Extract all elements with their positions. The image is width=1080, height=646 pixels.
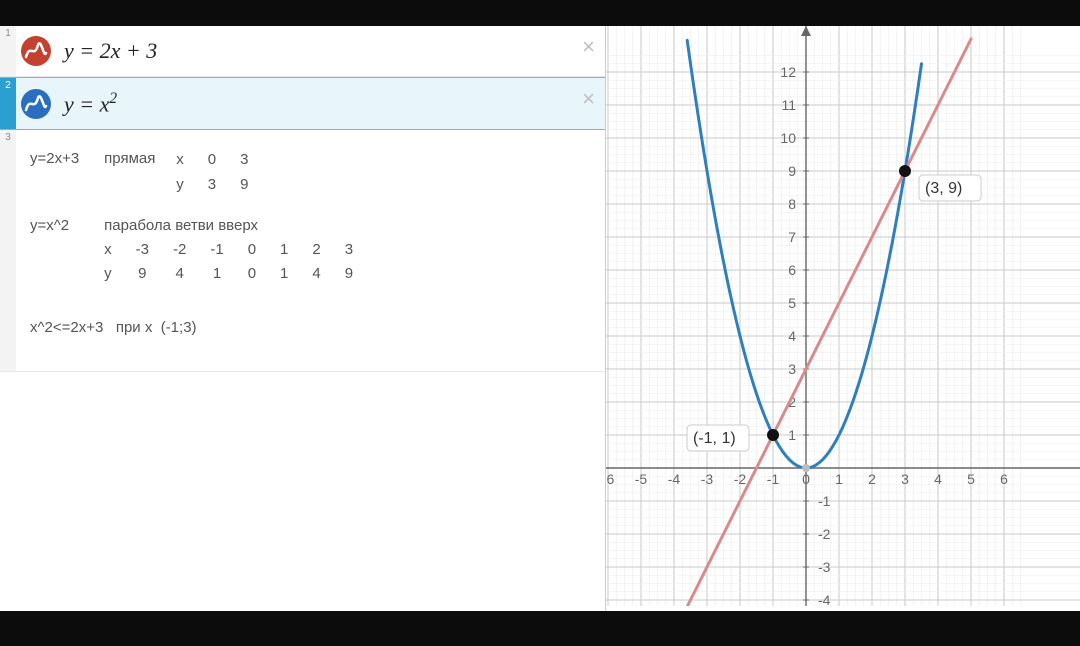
svg-text:-1: -1	[818, 493, 831, 509]
delete-expression-button[interactable]: ×	[582, 88, 595, 110]
svg-text:-6: -6	[606, 471, 614, 487]
svg-text:5: 5	[967, 471, 975, 487]
row-index: 2	[0, 78, 16, 129]
note-conclusion: x^2<=2x+3 при x (-1;3)	[30, 317, 597, 340]
svg-text:-4: -4	[818, 592, 831, 606]
delete-expression-button[interactable]: ×	[582, 36, 595, 58]
function-color-icon[interactable]	[16, 26, 56, 76]
note-desc: прямая	[104, 150, 155, 167]
expression-panel: 1 y = 2x + 3 × 2 y = x2 ×	[0, 26, 606, 611]
svg-text:0: 0	[802, 471, 810, 487]
svg-text:6: 6	[788, 262, 796, 278]
expression-input[interactable]: y = 2x + 3	[56, 26, 605, 76]
svg-text:4: 4	[934, 471, 942, 487]
svg-text:-4: -4	[668, 471, 681, 487]
row-index: 1	[0, 26, 16, 76]
svg-text:-2: -2	[818, 526, 831, 542]
svg-text:6: 6	[1000, 471, 1008, 487]
svg-text:-2: -2	[734, 471, 747, 487]
svg-text:11: 11	[781, 97, 796, 113]
function-color-icon[interactable]	[16, 78, 56, 129]
svg-text:10: 10	[780, 130, 796, 146]
svg-text:-5: -5	[635, 471, 648, 487]
svg-text:1: 1	[835, 471, 843, 487]
expression-input[interactable]: y = x2	[56, 78, 605, 129]
svg-text:1: 1	[788, 427, 796, 443]
note-table-2: xy-39-24-1100112439	[104, 238, 353, 287]
graph-svg: -6-5-4-3-2-10123456-4-3-2-11234567891011…	[606, 26, 1080, 606]
svg-text:-3: -3	[701, 471, 714, 487]
note-label: y=x^2	[30, 215, 100, 238]
window-bottom-letterbox	[0, 611, 1080, 646]
expression-row-2[interactable]: 2 y = x2 ×	[0, 77, 605, 130]
note-desc: парабола ветви вверх	[104, 217, 258, 234]
svg-text:4: 4	[788, 328, 796, 344]
svg-text:7: 7	[788, 229, 796, 245]
notes-row[interactable]: 3 y=2x+3 прямая xy0339 y=x^2 парабола ве…	[0, 130, 605, 372]
svg-text:3: 3	[901, 471, 909, 487]
note-label: y=2x+3	[30, 148, 100, 171]
svg-text:12: 12	[780, 64, 796, 80]
note-line-1: y=2x+3 прямая xy0339	[30, 148, 597, 197]
note-line-2: y=x^2 парабола ветви вверх xy-39-24-1100…	[30, 215, 597, 287]
expression-row-1[interactable]: 1 y = 2x + 3 ×	[0, 26, 605, 77]
svg-text:8: 8	[788, 196, 796, 212]
note-table-1: xy0339	[176, 148, 248, 197]
workspace: 1 y = 2x + 3 × 2 y = x2 ×	[0, 26, 1080, 611]
svg-text:(-1, 1): (-1, 1)	[693, 430, 736, 447]
formula-text: y = 2x + 3	[64, 38, 157, 64]
svg-text:5: 5	[788, 295, 796, 311]
svg-text:(3, 9): (3, 9)	[925, 180, 962, 197]
graph-area[interactable]: -6-5-4-3-2-10123456-4-3-2-11234567891011…	[606, 26, 1080, 611]
window-top-letterbox	[0, 0, 1080, 26]
svg-text:3: 3	[788, 361, 796, 377]
svg-text:-3: -3	[818, 559, 831, 575]
svg-text:9: 9	[788, 163, 796, 179]
svg-text:-1: -1	[767, 471, 780, 487]
row-index: 3	[0, 130, 16, 371]
notes-content[interactable]: y=2x+3 прямая xy0339 y=x^2 парабола ветв…	[16, 130, 605, 371]
formula-text: y = x2	[64, 90, 117, 117]
svg-text:2: 2	[868, 471, 876, 487]
